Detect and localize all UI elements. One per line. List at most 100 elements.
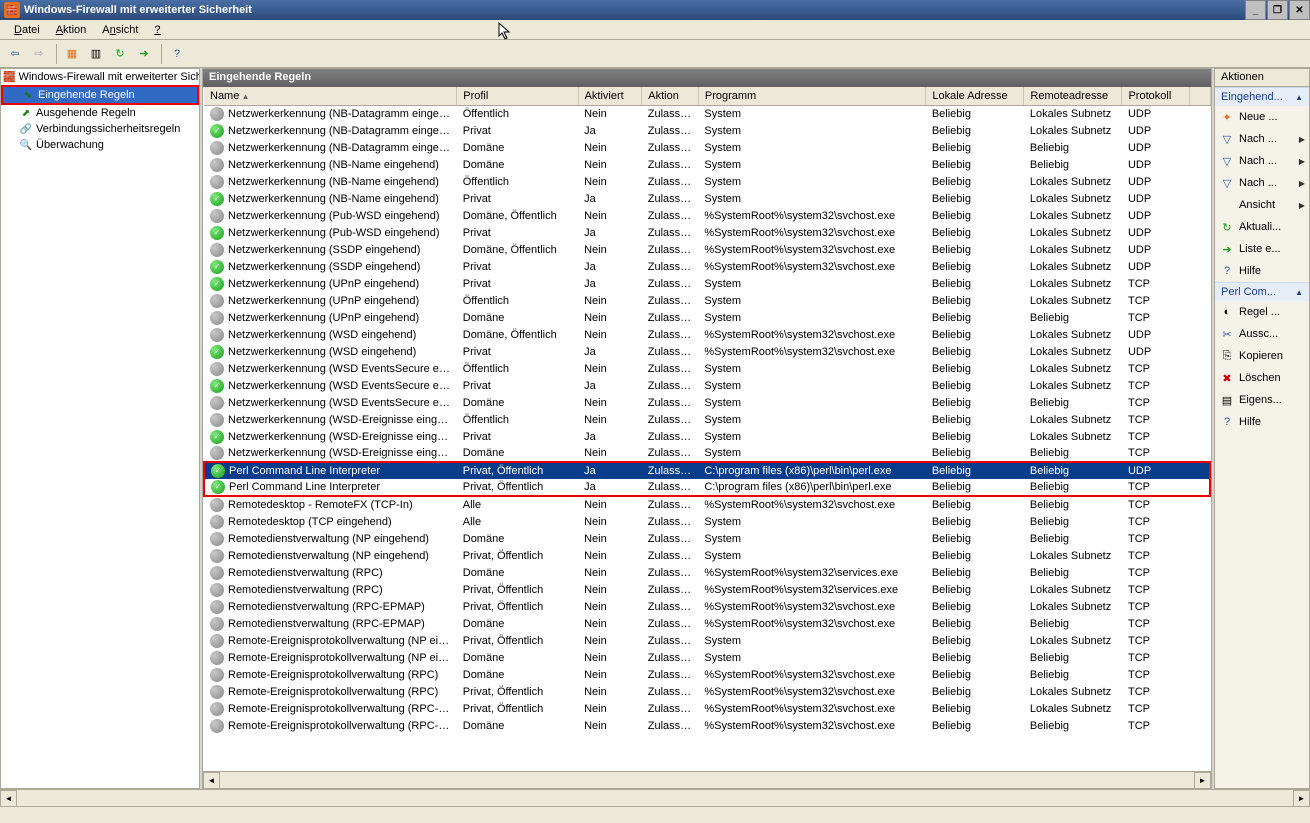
menu-view[interactable]: Ansicht — [94, 22, 146, 38]
table-row[interactable]: Netzwerkerkennung (UPnP eingehend)Domäne… — [204, 309, 1210, 326]
col-header-enabled[interactable]: Aktiviert — [578, 87, 642, 105]
table-row[interactable]: Netzwerkerkennung (UPnP eingehend)Öffent… — [204, 292, 1210, 309]
cell-profile: Domäne — [457, 649, 578, 666]
col-header-protocol[interactable]: Protokoll — [1122, 87, 1190, 105]
table-row[interactable]: Remote-Ereignisprotokollverwaltung (RPC-… — [204, 700, 1210, 717]
table-row[interactable]: Remotedienstverwaltung (RPC)DomäneNeinZu… — [204, 564, 1210, 581]
action-item[interactable]: ➜Liste e... — [1215, 238, 1309, 260]
cell-local-address: Beliebig — [926, 173, 1024, 190]
table-row[interactable]: Remotedienstverwaltung (RPC-EPMAP)Privat… — [204, 598, 1210, 615]
actions-section-inbound[interactable]: Eingehend... ▲ — [1215, 87, 1309, 106]
table-row[interactable]: Netzwerkerkennung (SSDP eingehend)Privat… — [204, 258, 1210, 275]
rules-grid[interactable]: Name Profil Aktiviert Aktion Programm Lo… — [203, 87, 1211, 771]
horizontal-scrollbar[interactable]: ◄ ► — [203, 771, 1211, 788]
toolbar-btn-2[interactable]: ▥ — [85, 43, 107, 65]
table-row[interactable]: Remote-Ereignisprotokollverwaltung (NP e… — [204, 649, 1210, 666]
table-row[interactable]: Remotedesktop - RemoteFX (TCP-In)AlleNei… — [204, 496, 1210, 513]
table-row[interactable]: Netzwerkerkennung (WSD eingehend)PrivatJ… — [204, 343, 1210, 360]
action-item[interactable]: ↻Aktuali... — [1215, 216, 1309, 238]
action-item[interactable]: Ansicht▶ — [1215, 194, 1309, 216]
cell-enabled: Nein — [578, 666, 642, 683]
table-row[interactable]: Remote-Ereignisprotokollverwaltung (RPC-… — [204, 717, 1210, 734]
table-row[interactable]: Perl Command Line InterpreterPrivat, Öff… — [204, 479, 1210, 496]
col-header-profile[interactable]: Profil — [457, 87, 578, 105]
minimize-button[interactable]: _ — [1245, 0, 1266, 20]
col-header-name[interactable]: Name — [204, 87, 457, 105]
action-item[interactable]: ✖Löschen — [1215, 367, 1309, 389]
scroll-left-button[interactable]: ◄ — [0, 790, 17, 807]
table-row[interactable]: Netzwerkerkennung (NB-Datagramm eingeh..… — [204, 139, 1210, 156]
cell-profile: Domäne — [457, 717, 578, 734]
table-row[interactable]: Netzwerkerkennung (Pub-WSD eingehend)Dom… — [204, 207, 1210, 224]
menu-action[interactable]: Aktion — [48, 22, 95, 38]
scroll-right-button[interactable]: ► — [1194, 772, 1211, 789]
col-header-action[interactable]: Aktion — [642, 87, 699, 105]
table-row[interactable]: Netzwerkerkennung (NB-Name eingehend)Pri… — [204, 190, 1210, 207]
table-row[interactable]: Netzwerkerkennung (Pub-WSD eingehend)Pri… — [204, 224, 1210, 241]
table-row[interactable]: Netzwerkerkennung (NB-Name eingehend)Öff… — [204, 173, 1210, 190]
tree-root[interactable]: 🧱 Windows-Firewall mit erweiterter Sich — [1, 69, 199, 85]
table-row[interactable]: Netzwerkerkennung (WSD EventsSecure ein.… — [204, 394, 1210, 411]
cell-program: System — [698, 428, 925, 445]
table-row[interactable]: Remote-Ereignisprotokollverwaltung (RPC)… — [204, 666, 1210, 683]
table-row[interactable]: Remotedienstverwaltung (NP eingehend)Pri… — [204, 547, 1210, 564]
cell-action: Zulassen — [642, 683, 699, 700]
action-item[interactable]: ?Hilfe — [1215, 411, 1309, 433]
cell-local-address: Beliebig — [926, 292, 1024, 309]
cell-profile: Privat — [457, 343, 578, 360]
col-header-overflow[interactable] — [1190, 87, 1210, 105]
table-row[interactable]: Netzwerkerkennung (WSD EventsSecure ein.… — [204, 377, 1210, 394]
tree-outbound-rules[interactable]: ⬈ Ausgehende Regeln — [1, 105, 199, 121]
nav-back-button[interactable]: ⇦ — [4, 43, 26, 65]
toolbar-btn-3[interactable]: ↻ — [109, 43, 131, 65]
table-row[interactable]: Remotedienstverwaltung (RPC)Privat, Öffe… — [204, 581, 1210, 598]
toolbar-help-button[interactable]: ? — [166, 43, 188, 65]
cell-profile: Domäne — [457, 156, 578, 173]
menu-file[interactable]: Datei — [6, 22, 48, 38]
menu-help[interactable]: ? — [146, 22, 168, 38]
scroll-left-button[interactable]: ◄ — [203, 772, 220, 789]
nav-forward-button[interactable]: ⇨ — [28, 43, 50, 65]
window-horizontal-scrollbar[interactable]: ◄ ► — [0, 789, 1310, 806]
action-item[interactable]: ✂Aussc... — [1215, 323, 1309, 345]
tree-connection-security[interactable]: 🔗 Verbindungssicherheitsregeln — [1, 121, 199, 137]
action-item[interactable]: ▤Eigens... — [1215, 389, 1309, 411]
table-row[interactable]: Netzwerkerkennung (WSD eingehend)Domäne,… — [204, 326, 1210, 343]
table-row[interactable]: Netzwerkerkennung (NB-Datagramm eingeh..… — [204, 122, 1210, 139]
table-row[interactable]: Netzwerkerkennung (WSD-Ereignisse eingeh… — [204, 445, 1210, 462]
tree-inbound-rules[interactable]: ⬊ Eingehende Regeln — [3, 87, 197, 103]
action-item[interactable]: ▽Nach ...▶ — [1215, 172, 1309, 194]
toolbar-btn-1[interactable]: ▦ — [61, 43, 83, 65]
action-item[interactable]: ▽Nach ...▶ — [1215, 128, 1309, 150]
col-header-program[interactable]: Programm — [698, 87, 925, 105]
table-row[interactable]: Remotedesktop (TCP eingehend)AlleNeinZul… — [204, 513, 1210, 530]
action-item[interactable]: ?Hilfe — [1215, 260, 1309, 282]
list-icon: ▥ — [91, 47, 101, 60]
action-item[interactable]: ◐Regel ... — [1215, 301, 1309, 323]
table-row[interactable]: Netzwerkerkennung (SSDP eingehend)Domäne… — [204, 241, 1210, 258]
col-header-local-address[interactable]: Lokale Adresse — [926, 87, 1024, 105]
table-row[interactable]: Netzwerkerkennung (WSD-Ereignisse eingeh… — [204, 428, 1210, 445]
table-row[interactable]: Perl Command Line InterpreterPrivat, Öff… — [204, 462, 1210, 479]
tree-monitoring[interactable]: 🔍 Überwachung — [1, 137, 199, 153]
toolbar-btn-4[interactable]: ➜ — [133, 43, 155, 65]
table-row[interactable]: Netzwerkerkennung (NB-Datagramm eingeh..… — [204, 105, 1210, 122]
actions-section-selection[interactable]: Perl Com... ▲ — [1215, 282, 1309, 301]
cell-action: Zulassen — [642, 445, 699, 462]
col-header-remote-address[interactable]: Remoteadresse — [1024, 87, 1122, 105]
maximize-button[interactable]: ❐ — [1267, 0, 1288, 20]
actions-section-label: Perl Com... — [1221, 286, 1276, 298]
scroll-right-button[interactable]: ► — [1293, 790, 1310, 807]
table-row[interactable]: Netzwerkerkennung (NB-Name eingehend)Dom… — [204, 156, 1210, 173]
table-row[interactable]: Remote-Ereignisprotokollverwaltung (NP e… — [204, 632, 1210, 649]
table-row[interactable]: Remote-Ereignisprotokollverwaltung (RPC)… — [204, 683, 1210, 700]
table-row[interactable]: Netzwerkerkennung (UPnP eingehend)Privat… — [204, 275, 1210, 292]
table-row[interactable]: Netzwerkerkennung (WSD EventsSecure ein.… — [204, 360, 1210, 377]
action-item[interactable]: ⎘Kopieren — [1215, 345, 1309, 367]
table-row[interactable]: Remotedienstverwaltung (RPC-EPMAP)Domäne… — [204, 615, 1210, 632]
table-row[interactable]: Remotedienstverwaltung (NP eingehend)Dom… — [204, 530, 1210, 547]
table-row[interactable]: Netzwerkerkennung (WSD-Ereignisse eingeh… — [204, 411, 1210, 428]
close-button[interactable]: ✕ — [1289, 0, 1310, 20]
action-item[interactable]: ✦Neue ... — [1215, 106, 1309, 128]
action-item[interactable]: ▽Nach ...▶ — [1215, 150, 1309, 172]
